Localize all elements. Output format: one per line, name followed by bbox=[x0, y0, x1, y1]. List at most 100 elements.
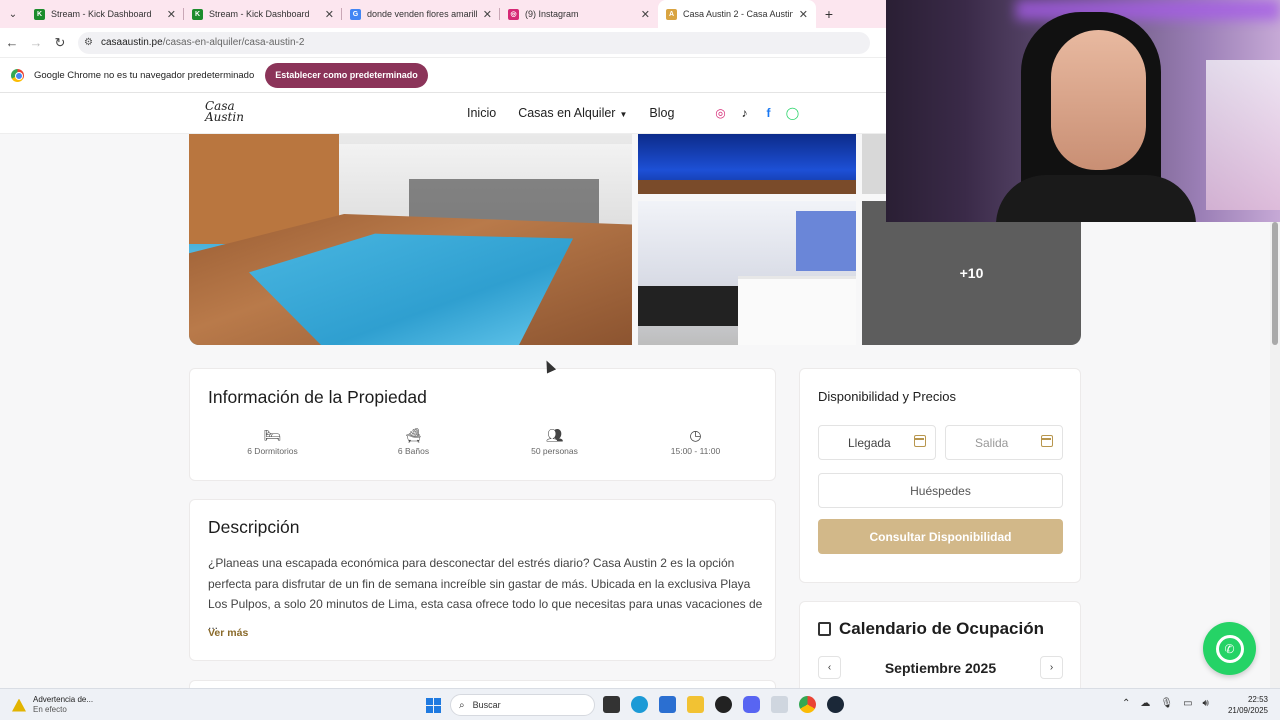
tab-kick-dashboard-2[interactable]: K Stream - Kick Dashboard ✕ bbox=[184, 0, 342, 28]
volume-icon[interactable]: 🔊︎ bbox=[1203, 698, 1209, 709]
checkout-date-field[interactable]: Salida bbox=[945, 425, 1063, 460]
microphone-icon[interactable]: 🎙︎ bbox=[1160, 698, 1173, 709]
network-icon[interactable]: ☁ bbox=[1140, 698, 1150, 709]
casa-austin-favicon-icon: A bbox=[666, 8, 677, 20]
checkin-label: Llegada bbox=[848, 435, 891, 450]
check-availability-button[interactable]: Consultar Disponibilidad bbox=[818, 519, 1063, 554]
gallery-photo-partial[interactable] bbox=[862, 134, 886, 194]
next-month-button[interactable]: › bbox=[1039, 656, 1063, 679]
chevron-up-icon[interactable]: ⌃ bbox=[1122, 698, 1130, 709]
chrome-icon[interactable] bbox=[799, 696, 816, 713]
gallery-photo-kitchen[interactable] bbox=[638, 201, 856, 345]
store-icon[interactable] bbox=[659, 696, 676, 713]
tiktok-icon[interactable]: ♪ bbox=[737, 105, 752, 120]
back-arrow-icon[interactable]: ← bbox=[0, 35, 24, 50]
windows-taskbar: Advertencia de... En efecto ⌕ Buscar ⌃ ☁ … bbox=[0, 688, 1280, 720]
warning-icon bbox=[12, 698, 26, 712]
task-view-icon[interactable] bbox=[603, 696, 620, 713]
amenity-guests: 👥︎ 50 personas bbox=[484, 427, 625, 456]
close-tab-icon[interactable]: ✕ bbox=[799, 8, 808, 21]
whatsapp-float-button[interactable]: ✆ bbox=[1203, 622, 1256, 675]
close-tab-icon[interactable]: ✕ bbox=[483, 8, 492, 21]
close-tab-icon[interactable]: ✕ bbox=[641, 8, 650, 21]
instagram-icon[interactable]: ◎ bbox=[713, 105, 728, 120]
calendar-icon bbox=[914, 435, 926, 447]
set-default-button[interactable]: Establecer como predeterminado bbox=[265, 62, 428, 88]
discord-icon[interactable] bbox=[743, 696, 760, 713]
site-info-icon[interactable]: ⚙ bbox=[84, 37, 93, 48]
checkout-label: Salida bbox=[975, 435, 1009, 450]
app-icon[interactable] bbox=[771, 696, 788, 713]
file-explorer-icon[interactable] bbox=[687, 696, 704, 713]
infobar-message: Google Chrome no es tu navegador predete… bbox=[34, 69, 255, 81]
reload-icon[interactable]: ↻ bbox=[48, 35, 72, 51]
occupancy-calendar-title: Calendario de Ocupación bbox=[818, 619, 1044, 639]
tab-search-chevron-icon[interactable]: ⌄ bbox=[0, 0, 26, 28]
calendar-icon bbox=[818, 622, 831, 636]
scrollbar-thumb[interactable] bbox=[1272, 222, 1278, 345]
new-tab-button[interactable]: + bbox=[816, 0, 842, 28]
logo-line-2: Austin bbox=[205, 110, 244, 124]
availability-card: Disponibilidad y Precios Llegada Salida … bbox=[799, 368, 1081, 583]
occupancy-calendar-card: Calendario de Ocupación ‹ Septiembre 202… bbox=[799, 601, 1081, 701]
calendar-title-text: Calendario de Ocupación bbox=[839, 619, 1044, 638]
system-clock[interactable]: 22:53 21/09/2025 bbox=[1227, 694, 1268, 716]
tab-casa-austin[interactable]: A Casa Austin 2 - Casa Austin | Ca ✕ bbox=[658, 0, 816, 28]
tab-title: Stream - Kick Dashboard bbox=[209, 9, 310, 19]
more-photos-count: +10 bbox=[959, 265, 984, 281]
weather-warning-widget[interactable]: Advertencia de... En efecto bbox=[12, 695, 93, 715]
windows-start-icon[interactable] bbox=[426, 698, 441, 713]
whatsapp-icon[interactable]: ◯ bbox=[785, 105, 800, 120]
social-links: ◎ ♪ f ◯ bbox=[713, 105, 800, 120]
close-tab-icon[interactable]: ✕ bbox=[325, 8, 334, 21]
tab-title: donde venden flores amarillas bbox=[367, 9, 477, 19]
default-browser-infobar: Google Chrome no es tu navegador predete… bbox=[0, 57, 886, 93]
forward-arrow-icon[interactable]: → bbox=[24, 35, 48, 50]
nav-casas-en-alquiler[interactable]: Casas en Alquiler ▼ bbox=[518, 106, 627, 120]
clock-date: 21/09/2025 bbox=[1227, 706, 1268, 715]
whatsapp-phone-icon: ✆ bbox=[1215, 634, 1244, 663]
amenity-label: 6 Baños bbox=[397, 446, 430, 456]
search-icon: ⌕ bbox=[459, 699, 465, 711]
amenity-bedrooms: 🛏︎ 6 Dormitorios bbox=[202, 427, 343, 456]
amenities-row: 🛏︎ 6 Dormitorios 🛁︎ 6 Baños 👥︎ 50 personas … bbox=[190, 427, 777, 456]
tab-title: Casa Austin 2 - Casa Austin | Ca bbox=[683, 9, 793, 19]
close-tab-icon[interactable]: ✕ bbox=[167, 8, 176, 21]
gallery-main-photo[interactable] bbox=[189, 134, 632, 345]
users-icon: 👥︎ bbox=[545, 427, 564, 443]
tab-instagram[interactable]: ◎ (9) Instagram ✕ bbox=[500, 0, 658, 28]
checkin-date-field[interactable]: Llegada bbox=[818, 425, 936, 460]
main-nav: Inicio Casas en Alquiler ▼ Blog bbox=[467, 106, 674, 120]
gallery-more-photos[interactable]: +10 bbox=[862, 201, 1081, 345]
url-path: /casas-en-alquiler/casa-austin-2 bbox=[162, 37, 305, 48]
tab-kick-dashboard-1[interactable]: K Stream - Kick Dashboard ✕ bbox=[26, 0, 184, 28]
webcam-overlay bbox=[886, 0, 1280, 222]
amenity-checkin-time: ◷ 15:00 - 11:00 bbox=[625, 427, 766, 456]
nav-blog[interactable]: Blog bbox=[649, 106, 674, 120]
google-favicon-icon: G bbox=[350, 8, 361, 20]
bath-icon: 🛁︎ bbox=[404, 427, 423, 443]
instagram-favicon-icon: ◎ bbox=[508, 8, 519, 20]
browser-toolbar: ← → ↻ ⚙ casaaustin.pe/casas-en-alquiler/… bbox=[0, 28, 886, 57]
obs-icon[interactable] bbox=[715, 696, 732, 713]
clock-time: 22:53 bbox=[1247, 695, 1268, 704]
gallery-photo-pool[interactable] bbox=[638, 134, 856, 194]
address-bar[interactable]: ⚙ casaaustin.pe/casas-en-alquiler/casa-a… bbox=[78, 31, 870, 54]
month-navigation: ‹ Septiembre 2025 › bbox=[818, 656, 1063, 679]
tab-google-search[interactable]: G donde venden flores amarillas ✕ bbox=[342, 0, 500, 28]
warning-title: Advertencia de... bbox=[33, 695, 94, 704]
prev-month-button[interactable]: ‹ bbox=[818, 656, 841, 679]
page-scrollbar[interactable] bbox=[1270, 222, 1280, 688]
facebook-icon[interactable]: f bbox=[761, 105, 776, 120]
steam-icon[interactable] bbox=[827, 696, 844, 713]
read-more-link[interactable]: Ver más bbox=[208, 627, 248, 639]
taskbar-search[interactable]: ⌕ Buscar bbox=[450, 694, 595, 716]
display-icon[interactable]: ▭ bbox=[1183, 698, 1192, 709]
description-title: Descripción bbox=[208, 517, 300, 537]
guests-field[interactable]: Huéspedes bbox=[818, 473, 1063, 508]
site-header: Casa Austin Inicio Casas en Alquiler ▼ Bl… bbox=[0, 93, 886, 134]
amenity-bathrooms: 🛁︎ 6 Baños bbox=[343, 427, 484, 456]
edge-icon[interactable] bbox=[631, 696, 648, 713]
nav-inicio[interactable]: Inicio bbox=[467, 106, 496, 120]
casa-austin-logo[interactable]: Casa Austin bbox=[205, 100, 244, 124]
